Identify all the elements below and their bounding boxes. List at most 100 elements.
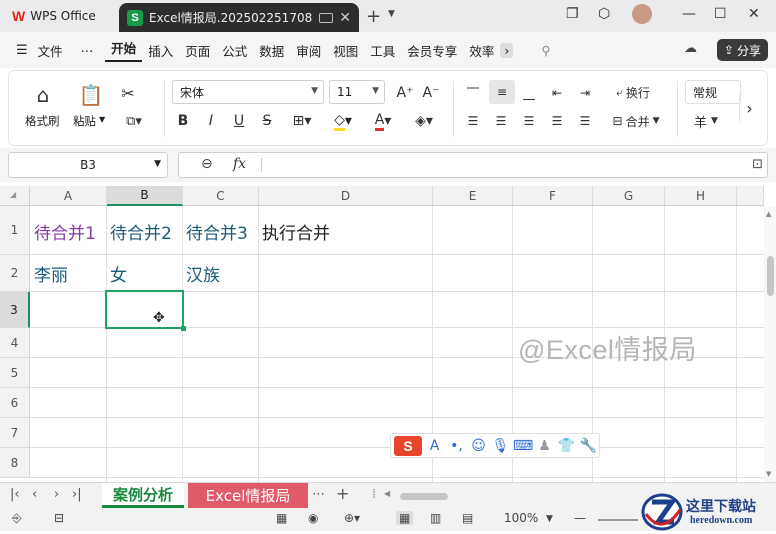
sheet-tab-case-analysis[interactable]: 案例分析 (102, 483, 184, 508)
underline-icon[interactable]: U (230, 111, 248, 131)
align-top-icon[interactable]: ⎺ (463, 83, 483, 103)
page-break-icon[interactable]: ▤ (462, 511, 473, 525)
align-right-icon[interactable]: ☰ (519, 111, 539, 131)
increase-indent-icon[interactable]: ⇥ (575, 83, 595, 103)
zoom-slider[interactable] (598, 519, 638, 521)
crosshair-icon[interactable]: ⊕▾ (344, 511, 360, 525)
close-window-icon[interactable]: ✕ (748, 6, 760, 22)
cell-a2[interactable]: 李丽 (31, 255, 68, 292)
zoom-level[interactable]: 100% (504, 511, 538, 525)
horizontal-scroll-thumb[interactable] (400, 493, 448, 500)
last-sheet-icon[interactable]: ›| (72, 487, 82, 502)
bold-icon[interactable]: B (174, 111, 192, 131)
share-button[interactable]: ⇪ 分享 (716, 39, 768, 61)
maximize-icon[interactable]: ☐ (714, 6, 727, 22)
fx-icon[interactable]: fx (233, 156, 246, 172)
cell-c1[interactable]: 待合并3 (183, 211, 248, 251)
chevron-down-icon[interactable]: ▼ (546, 514, 553, 524)
menu-insert[interactable]: 插入 (142, 41, 179, 60)
macro-icon[interactable]: ⎆ (12, 511, 22, 526)
currency-button[interactable]: 羊 ▼ (689, 111, 723, 131)
wrap-text-button[interactable]: ⤶ 换行 (605, 81, 661, 103)
zoom-out-icon[interactable]: — (574, 511, 586, 525)
skin-icon[interactable]: 👕 (557, 438, 576, 454)
distribute-icon[interactable]: ☰ (575, 111, 595, 131)
name-box[interactable]: B3 ▼ (8, 152, 168, 178)
cut-icon[interactable]: ✂ (117, 83, 139, 103)
vertical-scroll-thumb[interactable] (767, 256, 774, 296)
row-header-8[interactable]: 8 (0, 448, 30, 478)
hamburger-icon[interactable]: ☰ (10, 43, 32, 58)
horizontal-scrollbar[interactable]: ◀ (380, 489, 610, 501)
minimize-icon[interactable]: — (682, 6, 696, 22)
font-name-select[interactable]: 宋体 ▼ (172, 80, 324, 104)
row-header-1[interactable]: 1 (0, 206, 30, 255)
avatar[interactable] (632, 4, 652, 24)
increase-font-icon[interactable]: A⁺ (395, 83, 415, 103)
row-header-2[interactable]: 2 (0, 255, 30, 292)
emoji-icon[interactable]: ☺ (469, 438, 488, 454)
cell-d1[interactable]: 执行合并 (259, 211, 330, 251)
column-header-e[interactable]: E (433, 186, 513, 206)
align-bottom-icon[interactable]: ⎽ (519, 83, 539, 103)
sheet-status-icon[interactable]: ⊟ (54, 511, 64, 525)
row-header-5[interactable]: 5 (0, 358, 30, 388)
formula-input[interactable]: ⊖ fx ⊡ (178, 152, 768, 178)
expand-formula-icon[interactable]: ⊡ (752, 157, 763, 172)
align-left-icon[interactable]: ☰ (463, 111, 483, 131)
column-header-g[interactable]: G (593, 186, 665, 206)
decrease-indent-icon[interactable]: ⇤ (547, 83, 567, 103)
select-all-corner[interactable]: ◢ (0, 186, 30, 206)
table-view-icon[interactable]: ▦ (276, 511, 287, 525)
menu-efficiency[interactable]: 效率 (463, 41, 500, 60)
page-layout-icon[interactable]: ▥ (430, 511, 441, 525)
menu-more[interactable]: ⋯ (69, 43, 106, 58)
user-icon[interactable]: ♟ (535, 438, 554, 454)
column-header-d[interactable]: D (259, 186, 433, 206)
menu-formula[interactable]: 公式 (216, 41, 253, 60)
decrease-font-icon[interactable]: A⁻ (421, 83, 441, 103)
new-tab-button[interactable]: + (366, 6, 381, 27)
eye-protection-icon[interactable]: ◉ (308, 511, 318, 525)
cube-icon[interactable]: ⬡ (598, 6, 610, 22)
fill-handle[interactable] (181, 326, 186, 331)
monitor-icon[interactable] (319, 12, 334, 23)
column-header-h[interactable]: H (665, 186, 737, 206)
number-format-select[interactable]: 常规 (685, 80, 741, 104)
menu-view[interactable]: 视图 (327, 41, 364, 60)
zoom-search-icon[interactable]: ⊖ (201, 156, 213, 172)
scroll-down-icon[interactable]: ▼ (766, 470, 771, 478)
column-header-c[interactable]: C (183, 186, 259, 206)
tab-split-handle[interactable]: ⁞ (372, 487, 376, 502)
font-color-icon[interactable]: A ▾ (367, 111, 399, 131)
cell-c2[interactable]: 汉族 (183, 255, 220, 292)
spreadsheet-grid[interactable]: ◢ A B C D E F G H 1 2 3 4 5 6 7 8 待合并1 待… (0, 186, 776, 482)
chevron-down-icon[interactable]: ▼ (99, 115, 105, 124)
cell-a1[interactable]: 待合并1 (31, 211, 96, 251)
clear-format-icon[interactable]: ◈▾ (407, 111, 441, 131)
italic-icon[interactable]: I (202, 111, 220, 131)
format-painter-icon[interactable]: ⌂ (31, 83, 55, 107)
next-sheet-icon[interactable]: › (54, 487, 59, 502)
paste-icon[interactable]: 📋 (79, 81, 104, 109)
fill-color-icon[interactable]: ◇ ▾ (327, 111, 359, 131)
menu-member[interactable]: 会员专享 (401, 41, 463, 60)
row-header-6[interactable]: 6 (0, 388, 30, 418)
microphone-icon[interactable]: 🎙 (491, 438, 510, 454)
keyboard-icon[interactable]: ⌨ (513, 438, 533, 454)
vertical-scrollbar[interactable]: ▲ ▼ (764, 206, 776, 482)
wps-home-button[interactable]: W WPS Office (6, 4, 108, 28)
cell-b2[interactable]: 女 (107, 255, 127, 292)
first-sheet-icon[interactable]: |‹ (10, 487, 20, 502)
chevron-down-icon[interactable]: ▼ (388, 9, 395, 19)
format-painter-label[interactable]: 格式刷 (25, 113, 60, 129)
normal-view-icon[interactable]: ▦ (396, 511, 414, 525)
row-header-3[interactable]: 3 (0, 292, 30, 328)
sheet-tab-excel-intel[interactable]: Excel情报局 (188, 483, 308, 508)
font-size-select[interactable]: 11 ▼ (329, 80, 385, 104)
paste-label[interactable]: 粘贴 (73, 113, 96, 129)
menu-home[interactable]: 开始 (105, 38, 143, 62)
active-cell-b3[interactable]: ✥ (105, 290, 186, 331)
merge-button[interactable]: ⊟ 合并 ▼ (605, 111, 667, 131)
close-tab-icon[interactable]: ✕ (339, 10, 351, 26)
